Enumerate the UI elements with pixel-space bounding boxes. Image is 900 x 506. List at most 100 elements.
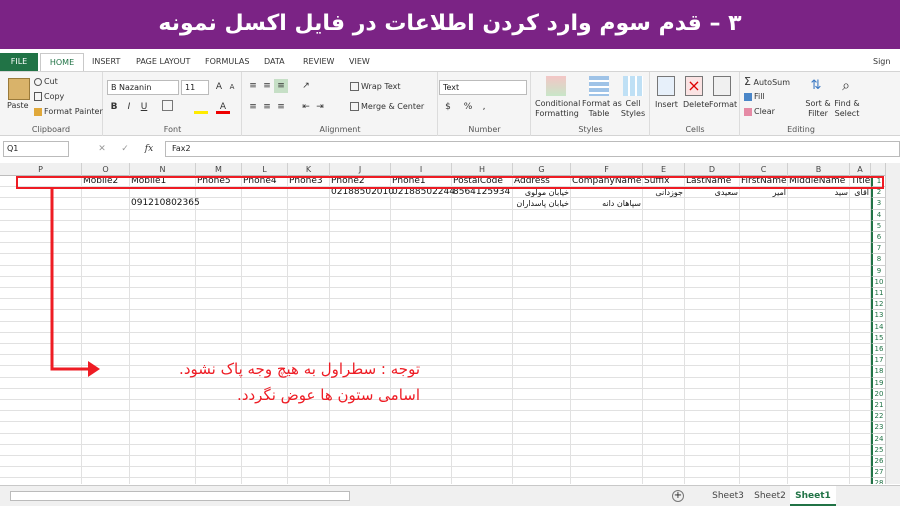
cell-e28[interactable] <box>643 478 685 484</box>
cell-l23[interactable] <box>242 422 288 434</box>
cell-j25[interactable] <box>330 444 391 456</box>
cell-b17[interactable] <box>788 355 850 367</box>
cell-c25[interactable] <box>740 444 788 456</box>
cell-g26[interactable] <box>513 456 571 467</box>
cell-h12[interactable] <box>452 299 513 311</box>
row-header-26[interactable]: 26 <box>871 456 885 468</box>
cell-l7[interactable] <box>242 243 288 255</box>
align-top-icon[interactable]: ≡ <box>246 79 260 93</box>
worksheet-grid[interactable]: PONMLKJIHGFEDCBA Mobile2 Mobile1 Phone5 Pho… <box>0 163 885 484</box>
column-header-c[interactable]: C <box>740 163 788 176</box>
cell-d21[interactable] <box>685 400 740 411</box>
cell-n6[interactable] <box>130 232 196 243</box>
cell-a24[interactable] <box>850 433 871 445</box>
cell-a12[interactable] <box>850 299 871 311</box>
row-header-24[interactable]: 24 <box>871 433 885 445</box>
horizontal-scrollbar[interactable] <box>10 491 350 501</box>
cell-k7[interactable] <box>288 243 330 255</box>
column-header-l[interactable]: L <box>242 163 288 176</box>
cell-j10[interactable] <box>330 276 391 288</box>
cell-n27[interactable] <box>130 467 196 479</box>
column-header-e[interactable]: E <box>643 163 685 176</box>
cell-e18[interactable] <box>643 366 685 378</box>
cell-k4[interactable] <box>288 209 330 221</box>
cell-f27[interactable] <box>571 467 643 479</box>
insert-button[interactable]: Insert <box>655 100 678 110</box>
number-format-select[interactable]: Text <box>439 80 527 95</box>
cell-j28[interactable] <box>330 478 391 484</box>
cell-l24[interactable] <box>242 433 288 445</box>
currency-button[interactable]: $ <box>441 100 455 114</box>
enter-icon[interactable]: ✓ <box>118 142 132 156</box>
cell-m7[interactable] <box>196 243 242 255</box>
cell-d3[interactable] <box>685 198 740 210</box>
cell-l22[interactable] <box>242 411 288 423</box>
cell-g18[interactable] <box>513 366 571 378</box>
name-box[interactable]: Q1 <box>3 141 69 157</box>
cell-j4[interactable] <box>330 209 391 221</box>
decrease-indent-icon[interactable]: ⇤ <box>299 100 313 114</box>
cell-a22[interactable] <box>850 411 871 423</box>
cell-g27[interactable] <box>513 467 571 479</box>
cell-p23[interactable] <box>0 422 82 434</box>
cell-i16[interactable] <box>391 344 452 355</box>
row-header-22[interactable]: 22 <box>871 411 885 423</box>
cell-a21[interactable] <box>850 400 871 411</box>
cell-i5[interactable] <box>391 220 452 232</box>
cell-i23[interactable] <box>391 422 452 434</box>
cell-i24[interactable] <box>391 433 452 445</box>
sheet-tab-sheet1[interactable]: Sheet1 <box>790 486 836 506</box>
cell-g12[interactable] <box>513 299 571 311</box>
cell-p25[interactable] <box>0 444 82 456</box>
cell-c14[interactable] <box>740 321 788 333</box>
cell-p24[interactable] <box>0 433 82 445</box>
cell-p20[interactable] <box>0 388 82 400</box>
cell-n28[interactable] <box>130 478 196 484</box>
cell-o25[interactable] <box>82 444 130 456</box>
wrap-text-button[interactable]: Wrap Text <box>350 82 401 92</box>
cell-b6[interactable] <box>788 232 850 243</box>
cell-h11[interactable] <box>452 288 513 299</box>
cell-i9[interactable] <box>391 265 452 277</box>
cell-b14[interactable] <box>788 321 850 333</box>
cell-g25[interactable] <box>513 444 571 456</box>
vertical-scrollbar[interactable] <box>885 163 900 484</box>
cell-l26[interactable] <box>242 456 288 467</box>
row-header-4[interactable]: 4 <box>871 209 885 221</box>
cell-i22[interactable] <box>391 411 452 423</box>
row-header-3[interactable]: 3 <box>871 198 885 210</box>
underline-button[interactable]: U <box>137 100 151 114</box>
cell-j23[interactable] <box>330 422 391 434</box>
cell-m4[interactable] <box>196 209 242 221</box>
tab-review[interactable]: REVIEW <box>303 53 334 71</box>
find-select-button[interactable]: Find & Select <box>833 99 861 119</box>
cell-c4[interactable] <box>740 209 788 221</box>
font-color-icon[interactable]: A <box>216 100 230 114</box>
cell-h9[interactable] <box>452 265 513 277</box>
cell-g15[interactable] <box>513 332 571 344</box>
cell-n10[interactable] <box>130 276 196 288</box>
italic-button[interactable]: I <box>122 100 136 114</box>
cell-e12[interactable] <box>643 299 685 311</box>
cell-m9[interactable] <box>196 265 242 277</box>
cell-i6[interactable] <box>391 232 452 243</box>
cell-i15[interactable] <box>391 332 452 344</box>
sheet-tab-sheet2[interactable]: Sheet2 <box>750 486 790 506</box>
cell-j15[interactable] <box>330 332 391 344</box>
cell-d4[interactable] <box>685 209 740 221</box>
cell-d20[interactable] <box>685 388 740 400</box>
cell-c20[interactable] <box>740 388 788 400</box>
increase-indent-icon[interactable]: ⇥ <box>313 100 327 114</box>
comma-button[interactable]: , <box>477 100 491 114</box>
cell-b24[interactable] <box>788 433 850 445</box>
row-header-20[interactable]: 20 <box>871 388 885 400</box>
cell-c27[interactable] <box>740 467 788 479</box>
cell-n3[interactable]: 091210802365 <box>130 198 200 210</box>
align-middle-icon[interactable]: ≡ <box>260 79 274 93</box>
cell-k24[interactable] <box>288 433 330 445</box>
cell-h27[interactable] <box>452 467 513 479</box>
cell-c5[interactable] <box>740 220 788 232</box>
row-header-21[interactable]: 21 <box>871 400 885 412</box>
cell-n12[interactable] <box>130 299 196 311</box>
cell-m15[interactable] <box>196 332 242 344</box>
